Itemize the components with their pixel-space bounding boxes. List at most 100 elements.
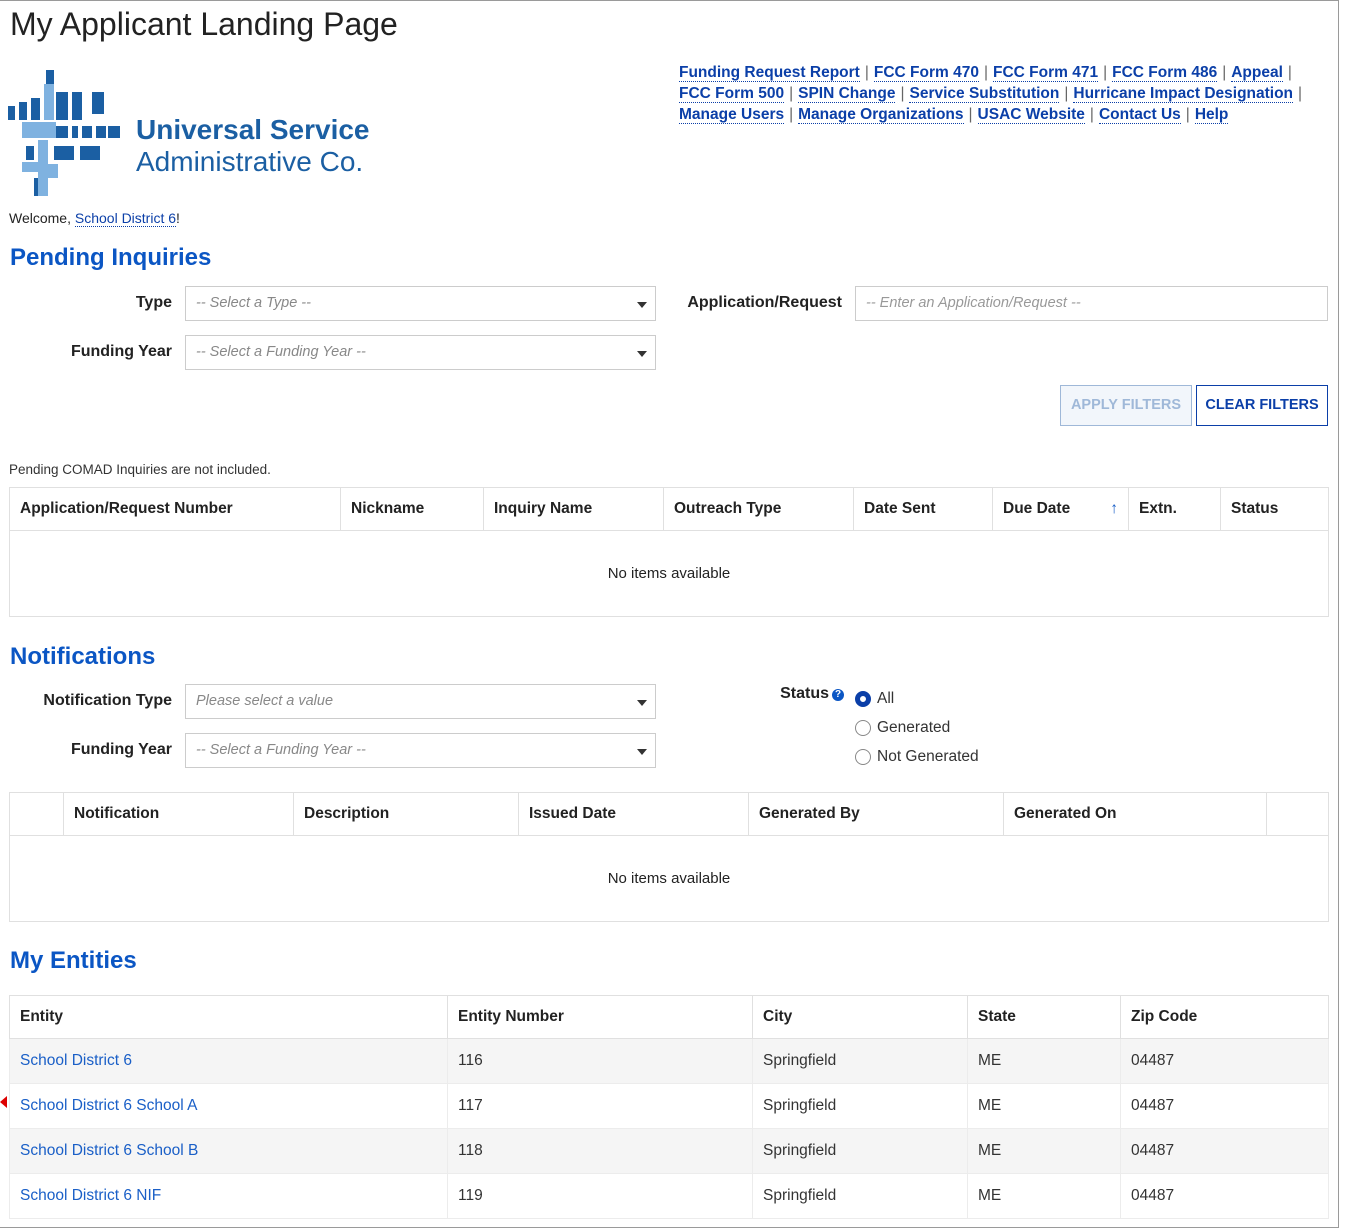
link-fcc-form-500[interactable]: FCC Form 500 bbox=[679, 85, 785, 103]
cell-state: ME bbox=[967, 1083, 1121, 1129]
cell-entity: School District 6 School B bbox=[9, 1128, 448, 1174]
type-select[interactable]: -- Select a Type -- bbox=[185, 286, 656, 321]
link-appeal[interactable]: Appeal bbox=[1231, 64, 1283, 82]
col-entity[interactable]: Entity bbox=[9, 995, 448, 1039]
pending-funding-year-select[interactable]: -- Select a Funding Year -- bbox=[185, 335, 656, 370]
usac-logo-mark bbox=[8, 70, 120, 196]
pending-inquiries-title: Pending Inquiries bbox=[10, 244, 212, 271]
logo-line-2: Administrative Co. bbox=[136, 146, 364, 177]
page-title: My Applicant Landing Page bbox=[10, 6, 398, 42]
notification-type-label: Notification Type bbox=[43, 692, 172, 709]
cell-zip-code: 04487 bbox=[1120, 1083, 1329, 1129]
top-nav-links: Funding Request Report | FCC Form 470 | FCC … bbox=[679, 64, 1303, 124]
entity-link[interactable]: School District 6 School B bbox=[20, 1142, 198, 1159]
col-state[interactable]: State bbox=[967, 995, 1121, 1039]
col-date-sent[interactable]: Date Sent bbox=[853, 487, 993, 531]
entity-link[interactable]: School District 6 School A bbox=[20, 1097, 197, 1114]
col-outreach-type[interactable]: Outreach Type bbox=[663, 487, 854, 531]
cell-city: Springfield bbox=[752, 1173, 968, 1219]
status-option-all[interactable]: All bbox=[855, 684, 979, 713]
col-nickname[interactable]: Nickname bbox=[340, 487, 484, 531]
usac-logo-text: Universal Service Administrative Co. bbox=[136, 114, 370, 178]
link-fcc-form-471[interactable]: FCC Form 471 bbox=[992, 64, 1099, 82]
type-label: Type bbox=[135, 294, 172, 311]
empty-message: No items available bbox=[9, 530, 1329, 617]
chevron-down-icon bbox=[637, 302, 647, 308]
chevron-down-icon bbox=[637, 700, 647, 706]
cell-entity: School District 6 bbox=[9, 1038, 448, 1084]
notifications-funding-year-placeholder: -- Select a Funding Year -- bbox=[196, 742, 366, 758]
radio-selected-icon[interactable] bbox=[855, 690, 871, 707]
pending-funding-year-placeholder: -- Select a Funding Year -- bbox=[196, 344, 366, 360]
table-row: School District 6 NIF 119 Springfield ME… bbox=[9, 1173, 1329, 1219]
notification-type-select[interactable]: Please select a value bbox=[185, 684, 656, 719]
link-manage-organizations[interactable]: Manage Organizations bbox=[798, 106, 964, 124]
cell-entity: School District 6 School A bbox=[9, 1083, 448, 1129]
link-usac-website[interactable]: USAC Website bbox=[977, 106, 1085, 124]
clear-filters-button[interactable]: CLEAR FILTERS bbox=[1196, 385, 1328, 426]
welcome-suffix: ! bbox=[176, 210, 180, 226]
col-select bbox=[9, 792, 64, 836]
cell-entity-number: 119 bbox=[447, 1173, 753, 1219]
col-status[interactable]: Status bbox=[1220, 487, 1329, 531]
table-header-row: Notification Description Issued Date Gen… bbox=[9, 792, 1329, 836]
table-row: School District 6 School A 117 Springfie… bbox=[9, 1083, 1329, 1129]
link-service-substitution[interactable]: Service Substitution bbox=[909, 85, 1060, 103]
link-manage-users[interactable]: Manage Users bbox=[679, 106, 785, 124]
table-header-row: Application/Request Number Nickname Inqu… bbox=[9, 487, 1329, 531]
col-entity-number[interactable]: Entity Number bbox=[447, 995, 753, 1039]
entity-link[interactable]: School District 6 bbox=[20, 1052, 132, 1069]
link-fcc-form-486[interactable]: FCC Form 486 bbox=[1112, 64, 1218, 82]
col-generated-by[interactable]: Generated By bbox=[748, 792, 1004, 836]
cell-entity-number: 116 bbox=[447, 1038, 753, 1084]
usac-logo: Universal Service Administrative Co. bbox=[8, 68, 388, 200]
status-option-not-generated[interactable]: Not Generated bbox=[855, 742, 979, 771]
col-due-date-label: Due Date bbox=[1003, 500, 1071, 517]
cell-entity: School District 6 NIF bbox=[9, 1173, 448, 1219]
notifications-title: Notifications bbox=[10, 643, 156, 670]
status-option-label: Not Generated bbox=[877, 747, 979, 765]
radio-icon[interactable] bbox=[855, 719, 871, 736]
link-hurricane-impact-designation[interactable]: Hurricane Impact Designation bbox=[1073, 85, 1294, 103]
col-due-date[interactable]: Due Date ↑ bbox=[992, 487, 1129, 531]
col-issued-date[interactable]: Issued Date bbox=[518, 792, 749, 836]
cell-zip-code: 04487 bbox=[1120, 1038, 1329, 1084]
col-application-request-number[interactable]: Application/Request Number bbox=[9, 487, 341, 531]
table-empty-row: No items available bbox=[9, 835, 1329, 922]
cell-city: Springfield bbox=[752, 1083, 968, 1129]
help-icon[interactable]: ? bbox=[832, 689, 844, 701]
link-fcc-form-470[interactable]: FCC Form 470 bbox=[873, 64, 979, 82]
entities-table: Entity Entity Number City State Zip Code… bbox=[9, 995, 1329, 1219]
table-row: School District 6 School B 118 Springfie… bbox=[9, 1128, 1329, 1174]
notifications-table: Notification Description Issued Date Gen… bbox=[9, 792, 1329, 922]
radio-icon[interactable] bbox=[855, 748, 871, 765]
col-notification[interactable]: Notification bbox=[63, 792, 294, 836]
status-option-label: All bbox=[877, 689, 895, 707]
welcome-user-link[interactable]: School District 6 bbox=[74, 210, 177, 227]
notifications-funding-year-select[interactable]: -- Select a Funding Year -- bbox=[185, 733, 656, 768]
welcome-message: Welcome, School District 6! bbox=[9, 210, 180, 227]
table-row: School District 6 116 Springfield ME 044… bbox=[9, 1038, 1329, 1084]
apply-filters-button[interactable]: APPLY FILTERS bbox=[1060, 385, 1192, 426]
link-contact-us[interactable]: Contact Us bbox=[1098, 106, 1181, 124]
col-generated-on[interactable]: Generated On bbox=[1003, 792, 1267, 836]
logo-line-1: Universal Service bbox=[136, 114, 370, 145]
status-option-label: Generated bbox=[877, 718, 951, 736]
link-spin-change[interactable]: SPIN Change bbox=[798, 85, 896, 103]
status-option-generated[interactable]: Generated bbox=[855, 713, 979, 742]
cell-entity-number: 118 bbox=[447, 1128, 753, 1174]
cell-state: ME bbox=[967, 1038, 1121, 1084]
status-label-text: Status bbox=[780, 685, 829, 702]
col-zip-code[interactable]: Zip Code bbox=[1120, 995, 1329, 1039]
link-help[interactable]: Help bbox=[1194, 106, 1229, 124]
col-inquiry-name[interactable]: Inquiry Name bbox=[483, 487, 664, 531]
col-extn[interactable]: Extn. bbox=[1128, 487, 1221, 531]
entity-link[interactable]: School District 6 NIF bbox=[20, 1187, 161, 1204]
table-header-row: Entity Entity Number City State Zip Code bbox=[9, 995, 1329, 1039]
type-select-placeholder: -- Select a Type -- bbox=[196, 295, 311, 311]
application-request-input[interactable]: -- Enter an Application/Request -- bbox=[855, 286, 1328, 321]
col-city[interactable]: City bbox=[752, 995, 968, 1039]
sort-ascending-icon: ↑ bbox=[1110, 500, 1118, 517]
link-funding-request-report[interactable]: Funding Request Report bbox=[679, 64, 860, 82]
col-description[interactable]: Description bbox=[293, 792, 519, 836]
